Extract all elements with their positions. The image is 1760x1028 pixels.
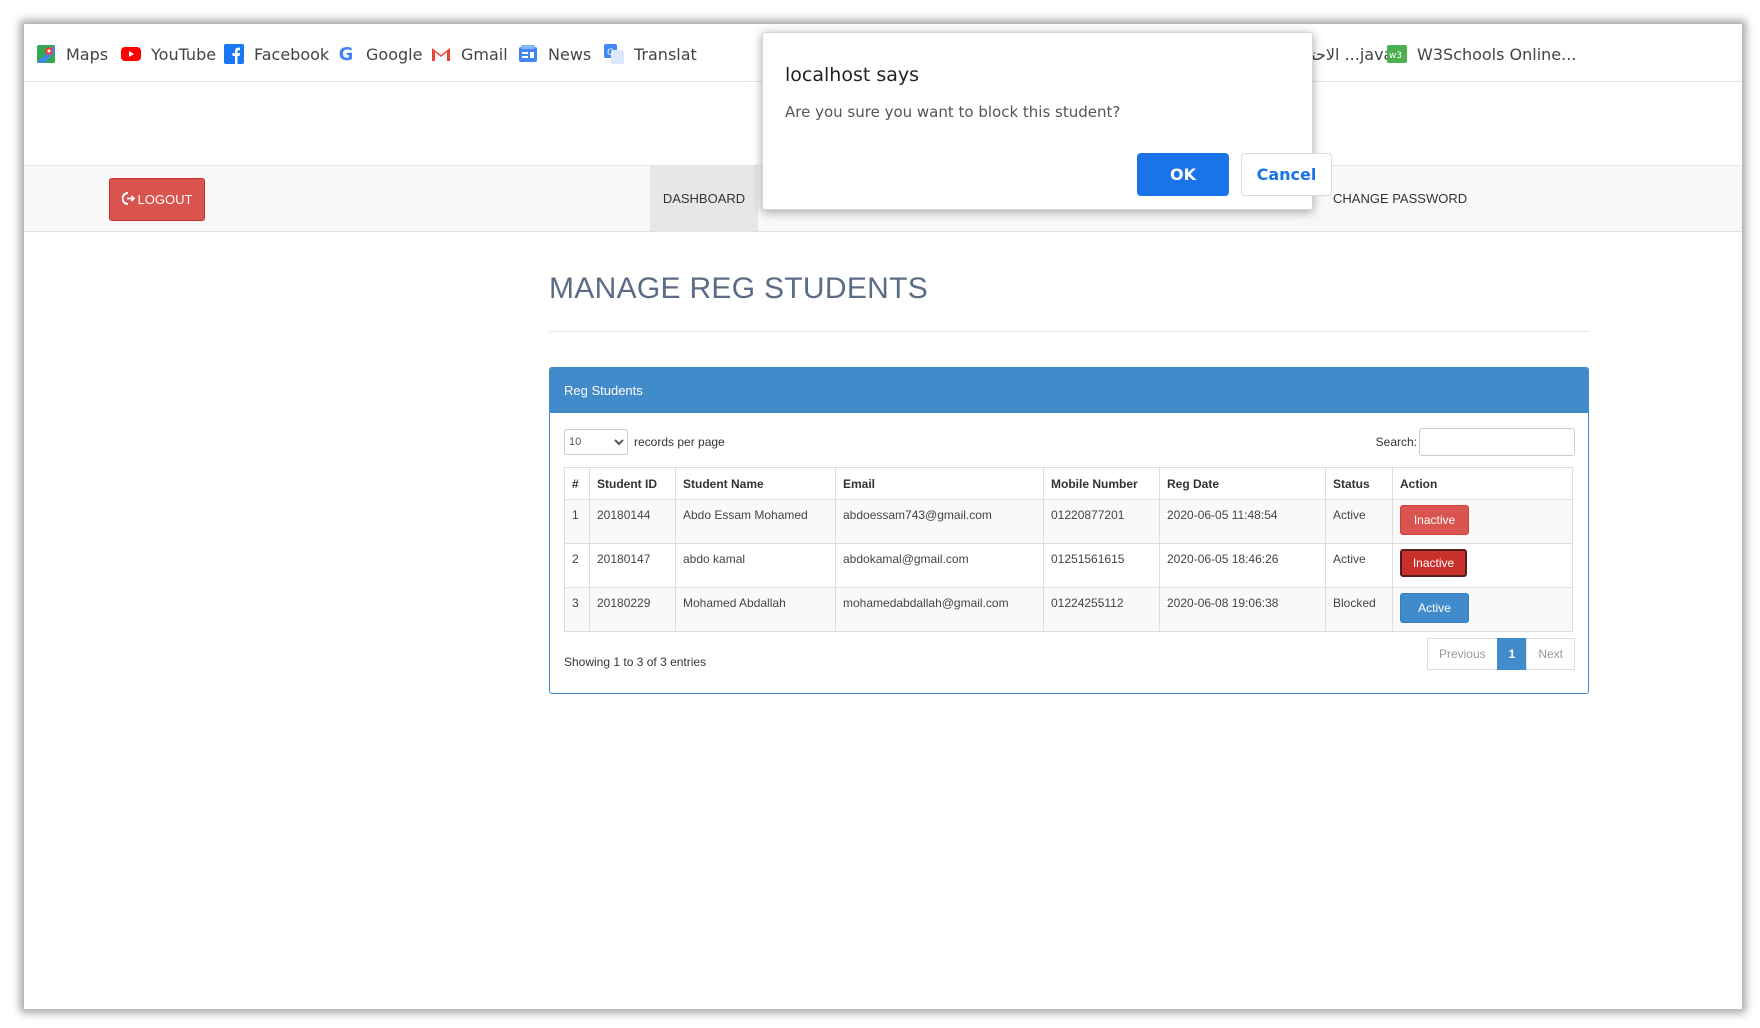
confirm-dialog: localhost says Are you sure you want to …	[762, 32, 1332, 210]
action-cell: Inactive	[1392, 543, 1573, 588]
w3schools-icon: w3	[1387, 44, 1407, 64]
svg-text:w3: w3	[1389, 51, 1402, 61]
pagination-page[interactable]: 1	[1496, 638, 1528, 670]
column-header[interactable]: Student ID	[589, 467, 676, 500]
bookmark-label: Google	[366, 44, 423, 64]
pagination: Previous 1 Next	[1426, 638, 1575, 670]
table-search: Search:	[1376, 428, 1575, 456]
status-cell: Active	[1325, 499, 1393, 544]
mobile-cell: 01251561615	[1043, 543, 1160, 588]
reg-date-cell: 2020-06-08 19:06:38	[1159, 587, 1326, 632]
student-name-cell: Mohamed Abdallah	[675, 587, 836, 632]
svg-text:G: G	[607, 48, 614, 58]
inactive-button[interactable]: Inactive	[1400, 505, 1469, 535]
table-row: 2 20180147 abdo kamal abdokamal@gmail.co…	[564, 543, 1573, 588]
status-cell: Blocked	[1325, 587, 1393, 632]
nav-dashboard[interactable]: DASHBOARD	[650, 166, 758, 231]
news-icon	[518, 44, 538, 64]
reg-date-cell: 2020-06-05 18:46:26	[1159, 543, 1326, 588]
mobile-cell: 01224255112	[1043, 587, 1160, 632]
status-cell: Active	[1325, 543, 1393, 588]
column-header[interactable]: Reg Date	[1159, 467, 1326, 500]
records-per-page-label: records per page	[634, 435, 725, 449]
google-icon: G	[338, 43, 354, 65]
bookmark-w3schools[interactable]: w3 W3Schools Online...	[1387, 44, 1576, 64]
bookmark-facebook[interactable]: Facebook	[224, 44, 329, 64]
row-number: 1	[564, 499, 590, 544]
facebook-icon	[224, 44, 244, 64]
student-name-cell: Abdo Essam Mohamed	[675, 499, 836, 544]
translate-icon: G	[604, 44, 624, 64]
maps-icon	[36, 44, 56, 64]
mobile-cell: 01220877201	[1043, 499, 1160, 544]
row-number: 3	[564, 587, 590, 632]
bookmark-label: W3Schools Online...	[1417, 44, 1577, 64]
email-cell: abdoessam743@gmail.com	[835, 499, 1044, 544]
logout-icon	[121, 191, 135, 208]
page-title: MANAGE REG STUDENTS	[549, 272, 929, 305]
column-header[interactable]: Mobile Number	[1043, 467, 1160, 500]
student-id-cell: 20180144	[589, 499, 676, 544]
table-row: 3 20180229 Mohamed Abdallah mohamedabdal…	[564, 587, 1573, 632]
dialog-title: localhost says	[785, 64, 920, 86]
action-cell: Active	[1392, 587, 1573, 632]
bookmark-gmail[interactable]: Gmail	[431, 44, 508, 64]
inactive-button[interactable]: Inactive	[1400, 549, 1467, 577]
dialog-message: Are you sure you want to block this stud…	[785, 103, 1121, 121]
active-button[interactable]: Active	[1400, 593, 1469, 623]
table-header-row: # Student ID Student Name Email Mobile N…	[564, 467, 1573, 500]
student-name-cell: abdo kamal	[675, 543, 836, 588]
bookmark-label: YouTube	[151, 44, 217, 64]
panel-heading: Reg Students	[550, 368, 1588, 413]
bookmark-label: News	[548, 44, 592, 64]
logout-label: LOGOUT	[137, 192, 193, 207]
bookmark-youtube[interactable]: YouTube	[121, 44, 216, 64]
column-header[interactable]: Email	[835, 467, 1044, 500]
records-per-page-control: 10 records per page	[564, 429, 725, 455]
bookmark-news[interactable]: News	[518, 44, 591, 64]
table-info: Showing 1 to 3 of 3 entries	[564, 655, 707, 669]
column-header[interactable]: Student Name	[675, 467, 836, 500]
title-divider	[549, 331, 1589, 332]
records-per-page-select[interactable]: 10	[564, 429, 628, 455]
column-header[interactable]: #	[564, 467, 590, 500]
logout-button[interactable]: LOGOUT	[109, 178, 205, 221]
nav-change-password[interactable]: CHANGE PASSWORD	[1333, 166, 1467, 231]
email-cell: mohamedabdallah@gmail.com	[835, 587, 1044, 632]
pagination-next[interactable]: Next	[1526, 638, 1575, 670]
bookmark-label: Gmail	[461, 44, 508, 64]
email-cell: abdokamal@gmail.com	[835, 543, 1044, 588]
gmail-icon	[431, 44, 451, 64]
search-input[interactable]	[1419, 428, 1575, 456]
cancel-button[interactable]: Cancel	[1241, 153, 1332, 196]
bookmark-label: Translat	[634, 44, 697, 64]
student-id-cell: 20180147	[589, 543, 676, 588]
search-label: Search:	[1375, 435, 1417, 449]
bookmark-translate[interactable]: G Translat	[604, 44, 697, 64]
column-header[interactable]: Status	[1325, 467, 1393, 500]
ok-button[interactable]: OK	[1137, 153, 1229, 196]
row-number: 2	[564, 543, 590, 588]
bookmark-label: Facebook	[254, 44, 330, 64]
reg-students-panel: Reg Students 10 records per page Search:…	[549, 367, 1589, 694]
pagination-previous[interactable]: Previous	[1426, 638, 1498, 670]
student-id-cell: 20180229	[589, 587, 676, 632]
students-table: # Student ID Student Name Email Mobile N…	[564, 467, 1573, 632]
bookmark-maps[interactable]: Maps	[36, 44, 108, 64]
table-row: 1 20180144 Abdo Essam Mohamed abdoessam7…	[564, 499, 1573, 544]
column-header[interactable]: Action	[1392, 467, 1573, 500]
browser-window: Maps YouTube Facebook G Google Gmail New…	[24, 24, 1742, 1009]
youtube-icon	[121, 44, 141, 64]
bookmark-label: Maps	[66, 44, 109, 64]
bookmark-google[interactable]: G Google	[336, 43, 423, 65]
reg-date-cell: 2020-06-05 11:48:54	[1159, 499, 1326, 544]
action-cell: Inactive	[1392, 499, 1573, 544]
